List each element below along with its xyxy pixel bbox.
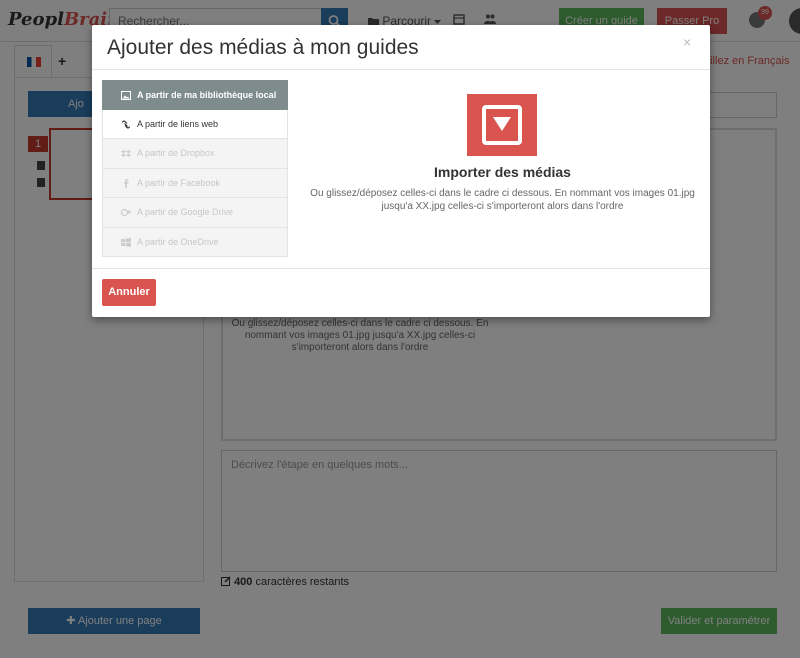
add-media-modal: Ajouter des médias à mon guides × A part…: [92, 25, 710, 317]
source-facebook: A partir de Facebook: [102, 168, 288, 198]
modal-header: Ajouter des médias à mon guides ×: [92, 25, 710, 70]
facebook-icon: [124, 178, 129, 188]
source-web-links[interactable]: A partir de liens web: [102, 109, 288, 139]
source-label: A partir de Facebook: [137, 177, 221, 188]
modal-title: Ajouter des médias à mon guides: [107, 36, 419, 59]
source-dropbox: A partir de Dropbox: [102, 139, 288, 169]
source-google-drive: A partir de Google Drive: [102, 198, 288, 228]
source-local-library[interactable]: A partir de ma bibliothèque local: [102, 80, 288, 110]
source-label: A partir de Dropbox: [137, 148, 215, 158]
media-source-list: A partir de ma bibliothèque local A part…: [102, 80, 288, 257]
link-icon: [121, 120, 131, 128]
source-label: A partir de Google Drive: [137, 207, 234, 217]
close-icon[interactable]: ×: [683, 34, 691, 50]
import-description: Ou glissez/déposez celles-ci dans le cad…: [310, 188, 695, 212]
dropbox-icon: [121, 150, 131, 157]
source-label: A partir de OneDrive: [137, 236, 219, 247]
import-download-icon[interactable]: [467, 94, 537, 156]
modal-footer-divider: [92, 268, 710, 269]
source-onedrive: A partir de OneDrive: [102, 227, 288, 257]
download-box-icon: [482, 105, 522, 145]
source-label: A partir de ma bibliothèque local: [137, 90, 277, 100]
import-title: Importer des médias: [434, 164, 571, 180]
cancel-button[interactable]: Annuler: [102, 279, 156, 306]
image-icon: [121, 91, 131, 100]
source-label: A partir de liens web: [137, 118, 219, 129]
google-plus-icon: [121, 208, 131, 217]
windows-icon: [121, 237, 131, 247]
